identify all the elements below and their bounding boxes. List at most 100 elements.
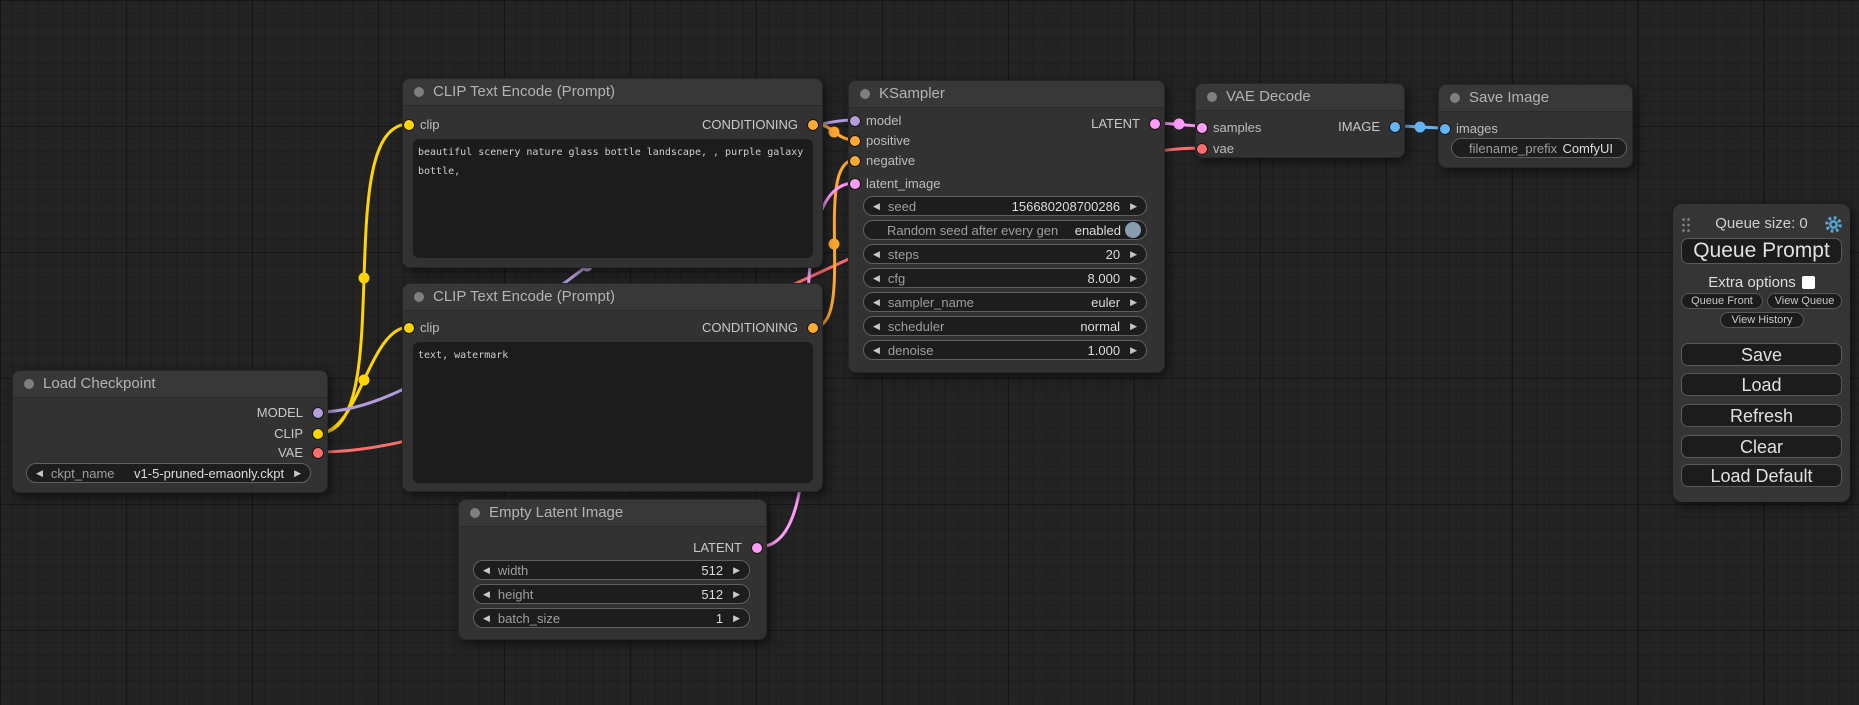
collapse-dot-icon[interactable] bbox=[860, 89, 870, 99]
widget-value: 512 bbox=[701, 563, 723, 578]
node-clip-text-encode-negative[interactable]: CLIP Text Encode (Prompt) clip CONDITION… bbox=[402, 283, 823, 492]
increment-arrow-icon[interactable]: ▶ bbox=[1130, 196, 1137, 216]
latent-image-input-port[interactable] bbox=[850, 179, 860, 189]
node-vae-decode[interactable]: VAE Decode samples vae IMAGE bbox=[1195, 83, 1405, 158]
increment-arrow-icon[interactable]: ▶ bbox=[294, 463, 301, 483]
clear-button[interactable]: Clear bbox=[1681, 435, 1842, 458]
conditioning-output-port[interactable] bbox=[808, 323, 818, 333]
node-title-bar[interactable]: Load Checkpoint bbox=[13, 371, 327, 398]
increment-arrow-icon[interactable]: ▶ bbox=[1130, 340, 1137, 360]
decrement-arrow-icon[interactable]: ◀ bbox=[483, 584, 490, 604]
positive-prompt-textarea[interactable]: beautiful scenery nature glass bottle la… bbox=[413, 139, 813, 258]
widget-value: 1 bbox=[716, 611, 723, 626]
node-save-image[interactable]: Save Image images filename_prefix ComfyU… bbox=[1438, 84, 1633, 168]
link-midpoint-dot[interactable] bbox=[829, 239, 840, 250]
widget-name: ckpt_name bbox=[51, 466, 115, 481]
increment-arrow-icon[interactable]: ▶ bbox=[733, 608, 740, 628]
node-empty-latent-image[interactable]: Empty Latent Image LATENT ◀ width 512 ▶ … bbox=[458, 499, 767, 640]
node-ksampler[interactable]: KSampler model positive negative latent_… bbox=[848, 80, 1165, 373]
decrement-arrow-icon[interactable]: ◀ bbox=[873, 316, 880, 336]
increment-arrow-icon[interactable]: ▶ bbox=[733, 560, 740, 580]
collapse-dot-icon[interactable] bbox=[1207, 92, 1217, 102]
decrement-arrow-icon[interactable]: ◀ bbox=[873, 292, 880, 312]
view-history-button[interactable]: View History bbox=[1720, 312, 1804, 328]
collapse-dot-icon[interactable] bbox=[1450, 93, 1460, 103]
widget-name: width bbox=[498, 563, 528, 578]
widget-value: 20 bbox=[1106, 247, 1120, 262]
random-seed-toggle-widget[interactable]: Random seed after every gen enabled bbox=[863, 220, 1147, 240]
node-clip-text-encode-positive[interactable]: CLIP Text Encode (Prompt) clip CONDITION… bbox=[402, 78, 823, 268]
node-title-bar[interactable]: VAE Decode bbox=[1196, 84, 1404, 111]
clip-input-port[interactable] bbox=[404, 120, 414, 130]
collapse-dot-icon[interactable] bbox=[414, 292, 424, 302]
steps-widget[interactable]: ◀ steps 20 ▶ bbox=[863, 244, 1147, 264]
decrement-arrow-icon[interactable]: ◀ bbox=[873, 268, 880, 288]
load-default-button[interactable]: Load Default bbox=[1681, 464, 1842, 487]
image-output-port[interactable] bbox=[1390, 122, 1400, 132]
toggle-dot-icon[interactable] bbox=[1125, 222, 1141, 238]
negative-prompt-textarea[interactable]: text, watermark bbox=[413, 342, 813, 483]
node-title-bar[interactable]: CLIP Text Encode (Prompt) bbox=[403, 284, 822, 311]
collapse-dot-icon[interactable] bbox=[470, 508, 480, 518]
queue-prompt-button[interactable]: Queue Prompt bbox=[1681, 238, 1842, 264]
decrement-arrow-icon[interactable]: ◀ bbox=[36, 463, 43, 483]
node-load-checkpoint[interactable]: Load Checkpoint MODEL CLIP VAE ◀ ckpt_na… bbox=[12, 370, 328, 493]
vae-input-port[interactable] bbox=[1197, 144, 1207, 154]
input-label-vae: vae bbox=[1213, 141, 1234, 157]
model-output-port[interactable] bbox=[313, 408, 323, 418]
queue-front-button[interactable]: Queue Front bbox=[1681, 293, 1763, 309]
node-title-bar[interactable]: Save Image bbox=[1439, 85, 1632, 112]
load-button[interactable]: Load bbox=[1681, 373, 1842, 396]
width-widget[interactable]: ◀ width 512 ▶ bbox=[473, 560, 750, 580]
link-midpoint-dot[interactable] bbox=[1174, 119, 1185, 130]
conditioning-output-port[interactable] bbox=[808, 120, 818, 130]
decrement-arrow-icon[interactable]: ◀ bbox=[483, 560, 490, 580]
settings-gear-icon[interactable] bbox=[1824, 215, 1843, 239]
view-queue-button[interactable]: View Queue bbox=[1767, 293, 1842, 309]
increment-arrow-icon[interactable]: ▶ bbox=[1130, 292, 1137, 312]
latent-output-port[interactable] bbox=[1150, 119, 1160, 129]
node-title: VAE Decode bbox=[1226, 88, 1311, 105]
latent-output-port[interactable] bbox=[752, 543, 762, 553]
collapse-dot-icon[interactable] bbox=[24, 379, 34, 389]
widget-name: seed bbox=[888, 199, 916, 214]
filename-prefix-widget[interactable]: filename_prefix ComfyUI bbox=[1451, 138, 1627, 158]
seed-widget[interactable]: ◀ seed 156680208700286 ▶ bbox=[863, 196, 1147, 216]
increment-arrow-icon[interactable]: ▶ bbox=[733, 584, 740, 604]
positive-input-port[interactable] bbox=[850, 136, 860, 146]
height-widget[interactable]: ◀ height 512 ▶ bbox=[473, 584, 750, 604]
collapse-dot-icon[interactable] bbox=[414, 87, 424, 97]
output-label-image: IMAGE bbox=[1338, 119, 1380, 135]
link-midpoint-dot[interactable] bbox=[359, 375, 370, 386]
link-midpoint-dot[interactable] bbox=[359, 273, 370, 284]
ckpt-name-widget[interactable]: ◀ ckpt_name v1-5-pruned-emaonly.ckpt ▶ bbox=[26, 463, 311, 483]
model-input-port[interactable] bbox=[850, 116, 860, 126]
scheduler-widget[interactable]: ◀ scheduler normal ▶ bbox=[863, 316, 1147, 336]
save-button[interactable]: Save bbox=[1681, 343, 1842, 366]
vae-output-port[interactable] bbox=[313, 448, 323, 458]
sampler-name-widget[interactable]: ◀ sampler_name euler ▶ bbox=[863, 292, 1147, 312]
node-title-bar[interactable]: CLIP Text Encode (Prompt) bbox=[403, 79, 822, 106]
samples-input-port[interactable] bbox=[1197, 123, 1207, 133]
cfg-widget[interactable]: ◀ cfg 8.000 ▶ bbox=[863, 268, 1147, 288]
link-midpoint-dot[interactable] bbox=[1415, 122, 1426, 133]
batch-size-widget[interactable]: ◀ batch_size 1 ▶ bbox=[473, 608, 750, 628]
increment-arrow-icon[interactable]: ▶ bbox=[1130, 268, 1137, 288]
widget-name: steps bbox=[888, 247, 919, 262]
increment-arrow-icon[interactable]: ▶ bbox=[1130, 244, 1137, 264]
extra-options-checkbox[interactable] bbox=[1802, 276, 1815, 289]
node-title-bar[interactable]: KSampler bbox=[849, 81, 1164, 108]
link-midpoint-dot[interactable] bbox=[829, 127, 840, 138]
clip-output-port[interactable] bbox=[313, 429, 323, 439]
images-input-port[interactable] bbox=[1440, 124, 1450, 134]
increment-arrow-icon[interactable]: ▶ bbox=[1130, 316, 1137, 336]
decrement-arrow-icon[interactable]: ◀ bbox=[873, 196, 880, 216]
decrement-arrow-icon[interactable]: ◀ bbox=[873, 244, 880, 264]
denoise-widget[interactable]: ◀ denoise 1.000 ▶ bbox=[863, 340, 1147, 360]
decrement-arrow-icon[interactable]: ◀ bbox=[483, 608, 490, 628]
node-title-bar[interactable]: Empty Latent Image bbox=[459, 500, 766, 527]
clip-input-port[interactable] bbox=[404, 323, 414, 333]
refresh-button[interactable]: Refresh bbox=[1681, 404, 1842, 427]
negative-input-port[interactable] bbox=[850, 156, 860, 166]
decrement-arrow-icon[interactable]: ◀ bbox=[873, 340, 880, 360]
